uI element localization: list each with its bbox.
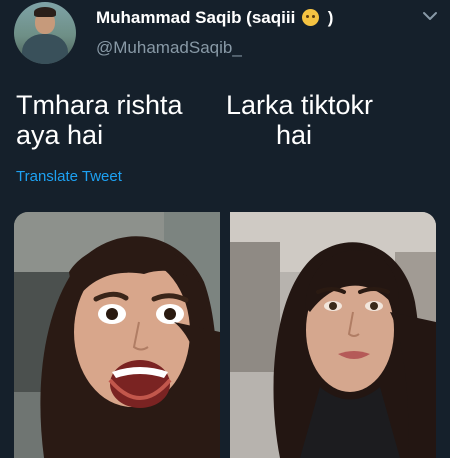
tweet-text-line1-left: Tmhara rishta xyxy=(16,90,183,120)
tweet-photo-right[interactable] xyxy=(230,212,436,458)
tweet-text-line2-left: aya hai xyxy=(16,120,104,150)
tweet-text-line1-right: Larka tiktokr xyxy=(226,90,374,120)
translate-tweet-link[interactable]: Translate Tweet xyxy=(16,168,122,185)
user-handle[interactable]: @MuhamadSaqib_ xyxy=(96,38,242,58)
display-name[interactable]: Muhammad Saqib (saqiii ) xyxy=(96,8,333,28)
avatar-body xyxy=(22,34,68,64)
tweet-photo-left[interactable] xyxy=(14,212,220,458)
chevron-down-icon[interactable] xyxy=(420,6,440,26)
avatar[interactable] xyxy=(14,2,76,64)
display-name-end: ) xyxy=(327,8,334,27)
smiling-face-icon xyxy=(302,9,320,26)
display-name-text: Muhammad Saqib (saqiii xyxy=(96,8,296,27)
avatar-hair xyxy=(34,7,56,17)
tweet-text-line2-right: hai xyxy=(276,120,313,150)
